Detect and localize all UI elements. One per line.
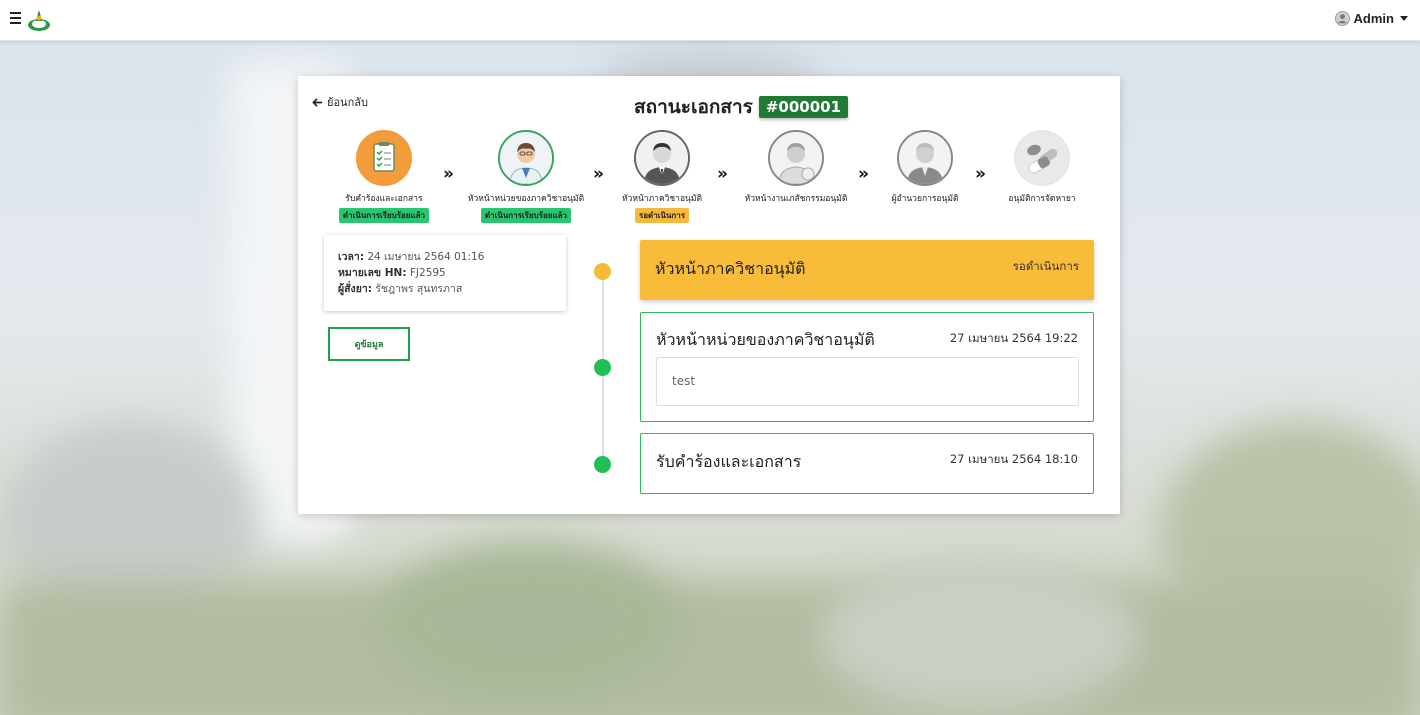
timeline-item-receive-request: รับคำร้องและเอกสาร 27 เมษายน 2564 18:10 <box>640 433 1094 494</box>
user-menu[interactable]: Admin <box>1334 11 1408 26</box>
step-receive-request: รับคำร้องและเอกสาร ดำเนินการเรียบร้อยแล้… <box>304 130 464 223</box>
document-status-card: ย้อนกลับ สถานะเอกสาร #000001 รับคำร้องแล… <box>298 76 1120 514</box>
request-info-box: เวลา: 24 เมษายน 2564 01:16 หมายเลข HN: F… <box>324 235 566 311</box>
timeline-dot-done <box>594 456 611 473</box>
step-status-badge: ดำเนินการเรียบร้อยแล้ว <box>480 208 572 223</box>
timeline-item-comment: test <box>656 357 1079 406</box>
page-title: สถานะเอกสาร #000001 <box>634 92 849 122</box>
step-status-badge: ดำเนินการเรียบร้อยแล้ว <box>338 208 430 223</box>
back-label: ย้อนกลับ <box>327 96 368 109</box>
document-id-badge: #000001 <box>758 96 849 118</box>
step-label: รับคำร้องและเอกสาร <box>345 194 423 204</box>
user-name: Admin <box>1353 11 1394 26</box>
page-title-text: สถานะเอกสาร <box>634 96 753 118</box>
timeline-dot-pending <box>594 263 611 280</box>
hospital-logo-icon[interactable] <box>26 7 52 33</box>
chevron-down-icon <box>1400 16 1408 21</box>
step-drug-procurement-approval: อนุมัติการจัดหายา <box>962 130 1122 205</box>
timeline-item-date: 27 เมษายน 2564 18:10 <box>949 452 1078 466</box>
timeline-item-title: รับคำร้องและเอกสาร <box>656 452 802 471</box>
timeline-item-title: หัวหน้าภาควิชาอนุมัติ <box>655 259 806 278</box>
timeline-dot-done <box>594 359 611 376</box>
pharmacist-avatar-icon <box>768 130 824 186</box>
timeline-item-date: 27 เมษายน 2564 19:22 <box>949 331 1078 345</box>
pills-icon <box>1014 130 1070 186</box>
step-label: ผู้อำนวยการอนุมัติ <box>891 194 959 204</box>
department-head-avatar-icon <box>634 130 690 186</box>
menu-toggle-icon[interactable] <box>10 12 21 24</box>
time-row: เวลา: 24 เมษายน 2564 01:16 <box>338 251 485 263</box>
top-navbar: Admin <box>0 0 1420 41</box>
timeline-item-unit-head: หัวหน้าหน่วยของภาควิชาอนุมัติ 27 เมษายน … <box>640 312 1094 422</box>
step-label: หัวหน้าหน่วยของภาควิชาอนุมัติ <box>467 194 585 204</box>
step-label: หัวหน้าภาควิชาอนุมัติ <box>622 194 702 204</box>
view-details-button[interactable]: ดูข้อมูล <box>328 327 410 361</box>
step-status-badge: รอดำเนินการ <box>634 208 690 223</box>
orderer-row: ผู้สั่งยา: รัชฎาพร สุนทรภาส <box>338 283 463 295</box>
director-avatar-icon <box>897 130 953 186</box>
hn-row: หมายเลข HN: FJ2595 <box>338 267 446 279</box>
user-avatar-icon <box>1334 11 1350 26</box>
step-label: หัวหน้างานเภสัชกรรมอนุมัติ <box>744 194 848 204</box>
doctor-avatar-icon <box>498 130 554 186</box>
clipboard-icon <box>356 130 412 186</box>
arrow-left-icon <box>312 97 323 107</box>
timeline-item-title: หัวหน้าหน่วยของภาควิชาอนุมัติ <box>656 330 875 349</box>
timeline-item-department-head: หัวหน้าภาควิชาอนุมัติ รอดำเนินการ <box>640 240 1094 300</box>
back-link[interactable]: ย้อนกลับ <box>312 93 368 111</box>
step-label: อนุมัติการจัดหายา <box>1008 194 1076 204</box>
timeline-item-status: รอดำเนินการ <box>1012 259 1079 273</box>
